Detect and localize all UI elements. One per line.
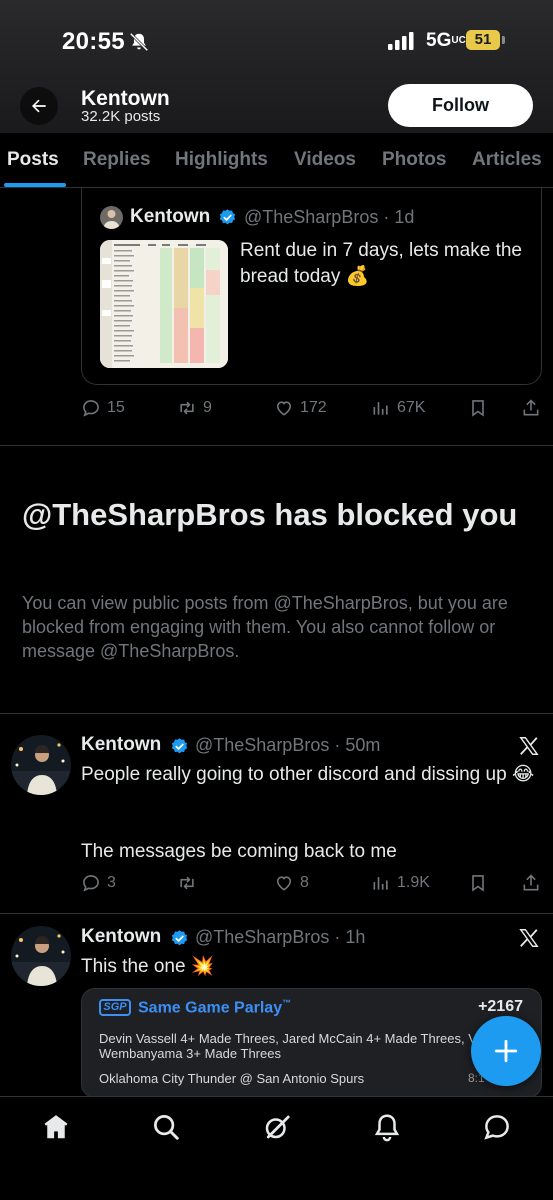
post-text-line2: The messages be coming back to me	[81, 841, 397, 862]
post-author-name[interactable]: Kentown	[81, 926, 161, 948]
bookmark-button[interactable]	[468, 873, 488, 893]
messages-icon[interactable]	[482, 1112, 512, 1142]
tab-replies[interactable]: Replies	[83, 149, 151, 171]
bookmark-icon	[472, 875, 484, 892]
share-button[interactable]	[521, 398, 541, 418]
post-text: This the one 💥	[81, 956, 215, 977]
tab-posts[interactable]: Posts	[7, 149, 59, 171]
quoted-post-text: Rent due in 7 days, lets make the bread …	[240, 240, 522, 287]
x-logo-icon	[519, 929, 539, 947]
search-icon[interactable]	[151, 1112, 181, 1142]
verified-badge-icon	[219, 209, 236, 225]
quoted-post-actions: 15 9 172 67K	[81, 398, 546, 422]
tab-videos[interactable]: Videos	[294, 149, 356, 171]
like-count: 8	[300, 874, 309, 891]
avatar[interactable]	[11, 926, 71, 986]
reply-icon	[83, 875, 99, 892]
active-tab-indicator	[4, 183, 66, 187]
post-actions: 3 8 1.9K	[81, 873, 546, 897]
status-time: 20:55	[62, 28, 125, 55]
parlay-game: Oklahoma City Thunder @ San Antonio Spur…	[99, 1071, 365, 1086]
tab-photos[interactable]: Photos	[382, 149, 446, 171]
quoted-post-card[interactable]: Kentown @TheSharpBros · 1d Rent due in 7…	[81, 188, 542, 385]
silent-bell-icon	[129, 32, 149, 52]
views-button[interactable]: 67K	[371, 398, 425, 418]
follow-button[interactable]: Follow	[388, 84, 533, 127]
verified-badge-icon	[171, 930, 188, 946]
reply-button[interactable]: 15	[81, 398, 125, 418]
battery-tip	[502, 36, 505, 44]
sgp-badge: SGP	[99, 999, 131, 1016]
quoted-author-name: Kentown	[130, 206, 211, 227]
arrow-left-icon	[32, 99, 46, 113]
network-label: 5G	[426, 30, 452, 51]
compose-button[interactable]	[471, 1016, 541, 1086]
profile-header: 20:55 5GUC 51 Kentown 32.2K posts Follow…	[0, 0, 553, 188]
plus-icon	[494, 1039, 518, 1063]
avatar	[100, 206, 123, 229]
blocked-description: You can view public posts from @TheSharp…	[22, 593, 508, 661]
post-author-handle: @TheSharpBros · 1h	[195, 927, 366, 947]
like-button[interactable]: 172	[274, 398, 327, 418]
parlay-title: Same Game Parlay™	[138, 998, 291, 1017]
network-suffix: UC	[451, 35, 466, 46]
share-icon	[523, 399, 539, 416]
tab-highlights[interactable]: Highlights	[175, 149, 268, 171]
notifications-icon[interactable]	[372, 1112, 402, 1142]
profile-posts-count: 32.2K posts	[81, 108, 161, 125]
repost-count: 9	[203, 399, 212, 416]
divider	[0, 445, 553, 446]
quoted-post-image[interactable]	[100, 240, 228, 368]
like-button[interactable]: 8	[274, 873, 309, 893]
reply-icon	[83, 400, 99, 417]
blocked-title: @TheSharpBros has blocked you	[22, 497, 518, 532]
bottom-nav	[0, 1096, 553, 1200]
tab-articles[interactable]: Articles	[472, 149, 542, 171]
parlay-title-text: Same Game Parlay	[138, 999, 283, 1017]
post-author-name[interactable]: Kentown	[81, 734, 161, 756]
post-text: People really going to other discord and…	[81, 764, 535, 785]
views-button[interactable]: 1.9K	[371, 873, 430, 893]
share-icon	[523, 874, 539, 891]
views-chart-icon	[373, 402, 388, 415]
views-count: 1.9K	[397, 874, 430, 891]
share-button[interactable]	[521, 873, 541, 893]
status-bar: 20:55 5GUC 51	[0, 0, 553, 80]
parlay-odds: +2167	[478, 998, 523, 1015]
profile-tabs: Posts Replies Highlights Videos Photos A…	[0, 133, 553, 188]
repost-icon	[180, 876, 194, 890]
grok-icon[interactable]	[262, 1112, 292, 1142]
home-icon[interactable]	[41, 1112, 71, 1142]
bookmark-icon	[472, 400, 484, 417]
battery-level: 51	[466, 30, 500, 50]
divider	[0, 913, 553, 914]
post-author-handle: @TheSharpBros · 50m	[195, 735, 381, 755]
network-type: 5GUC	[426, 30, 466, 52]
reply-count: 15	[107, 399, 125, 416]
heart-icon	[276, 876, 292, 891]
back-button[interactable]	[20, 87, 58, 125]
avatar[interactable]	[11, 735, 71, 795]
quoted-author-handle: @TheSharpBros · 1d	[244, 207, 415, 227]
repost-button[interactable]: 9	[177, 398, 212, 418]
views-count: 67K	[397, 399, 426, 416]
views-chart-icon	[373, 877, 388, 890]
verified-badge-icon	[171, 738, 188, 754]
parlay-trademark: ™	[282, 998, 292, 1008]
bookmark-button[interactable]	[468, 398, 488, 418]
reply-button[interactable]: 3	[81, 873, 116, 893]
x-logo-icon	[519, 737, 539, 755]
like-count: 172	[300, 399, 327, 416]
divider	[0, 713, 553, 714]
cellular-signal-icon	[388, 32, 414, 50]
reply-count: 3	[107, 874, 116, 891]
repost-icon	[180, 401, 194, 415]
heart-icon	[276, 401, 292, 416]
repost-button[interactable]	[177, 873, 203, 893]
